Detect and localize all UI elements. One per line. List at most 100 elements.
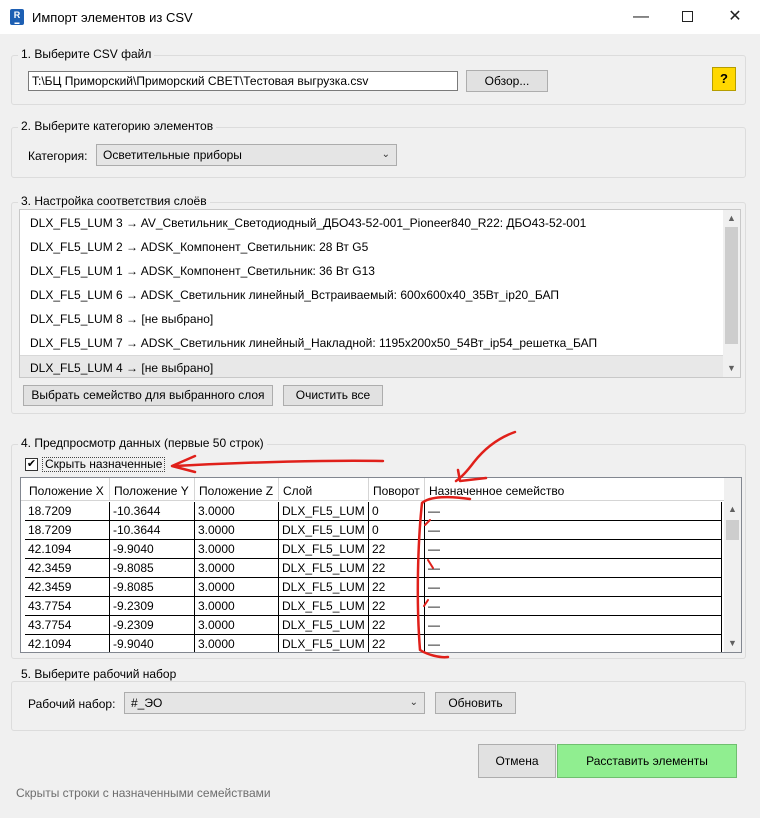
cell-layer: DLX_FL5_LUM 4 [279, 559, 369, 578]
grid-header: Положение X Положение Y Положение Z Слой… [21, 478, 726, 501]
cell-z: 3.0000 [195, 540, 279, 559]
cell-x: 42.3459 [25, 559, 110, 578]
cell-z: 3.0000 [195, 597, 279, 616]
layer-mapping-item[interactable]: DLX_FL5_LUM 8 → [не выбрано] [20, 307, 724, 331]
cell-z: 3.0000 [195, 635, 279, 652]
scroll-up-icon[interactable]: ▲ [724, 501, 741, 518]
layer-mapping-item[interactable]: DLX_FL5_LUM 2 → ADSK_Компонент_Светильни… [20, 235, 724, 259]
status-text: Скрыты строки с назначенными семействами [16, 786, 271, 800]
table-row[interactable]: 18.7209 -10.3644 3.0000 DLX_FL5_LUM 8 0 … [25, 521, 722, 540]
cell-y: -9.9040 [110, 540, 195, 559]
column-header[interactable]: Слой [279, 478, 369, 501]
cell-family: — [425, 616, 722, 635]
table-row[interactable]: 42.1094 -9.9040 3.0000 DLX_FL5_LUM 4 22 … [25, 635, 722, 652]
scrollbar-thumb[interactable] [725, 227, 738, 344]
category-dropdown[interactable]: Осветительные приборы ⌄ [96, 144, 397, 166]
cell-layer: DLX_FL5_LUM 4 [279, 597, 369, 616]
place-elements-button[interactable]: Расставить элементы [557, 744, 737, 778]
maximize-button[interactable] [664, 0, 710, 34]
refresh-button[interactable]: Обновить [435, 692, 516, 714]
cell-x: 42.1094 [25, 635, 110, 652]
cell-rotation: 22 [369, 540, 425, 559]
cell-y: -9.8085 [110, 578, 195, 597]
column-header[interactable]: Положение X [25, 478, 110, 501]
cell-x: 42.1094 [25, 540, 110, 559]
column-header[interactable]: Поворот [369, 478, 425, 501]
workset-value: #_ЭО [131, 696, 163, 710]
csv-file-group-title: 1. Выберите CSV файл [18, 47, 155, 61]
layer-mapping-item[interactable]: DLX_FL5_LUM 3 → AV_Светильник_Светодиодн… [20, 211, 724, 235]
cell-rotation: 22 [369, 635, 425, 652]
chevron-down-icon: ⌄ [409, 697, 418, 708]
cell-z: 3.0000 [195, 578, 279, 597]
layer-list-scrollbar[interactable]: ▲ ▼ [723, 210, 740, 377]
table-row[interactable]: 42.1094 -9.9040 3.0000 DLX_FL5_LUM 4 22 … [25, 540, 722, 559]
category-value: Осветительные приборы [103, 148, 242, 162]
table-row[interactable]: 42.3459 -9.8085 3.0000 DLX_FL5_LUM 4 22 … [25, 559, 722, 578]
table-row[interactable]: 43.7754 -9.2309 3.0000 DLX_FL5_LUM 4 22 … [25, 597, 722, 616]
csv-path-field[interactable]: T:\БЦ Приморский\Приморский СВЕТ\Тестова… [28, 71, 458, 91]
cell-layer: DLX_FL5_LUM 4 [279, 540, 369, 559]
cell-y: -10.3644 [110, 521, 195, 540]
cell-rotation: 22 [369, 578, 425, 597]
maximize-icon [681, 11, 693, 23]
grid-scrollbar[interactable]: ▲ ▼ [724, 478, 741, 652]
cell-y: -9.2309 [110, 597, 195, 616]
workset-label: Рабочий набор: [28, 697, 116, 711]
workset-group-title: 5. Выберите рабочий набор [18, 667, 180, 681]
cell-family: — [425, 578, 722, 597]
cell-rotation: 22 [369, 616, 425, 635]
cell-family: — [425, 635, 722, 652]
layer-mapping-item[interactable]: DLX_FL5_LUM 6 → ADSK_Светильник линейный… [20, 283, 724, 307]
cell-x: 42.3459 [25, 578, 110, 597]
title-bar: R ▬ Импорт элементов из CSV — ✕ [0, 0, 760, 34]
minimize-button[interactable]: — [618, 0, 664, 34]
workset-dropdown[interactable]: #_ЭО ⌄ [124, 692, 425, 714]
scrollbar-thumb[interactable] [726, 520, 739, 540]
cell-layer: DLX_FL5_LUM 8 [279, 502, 369, 521]
scroll-down-icon[interactable]: ▼ [724, 635, 741, 652]
category-label: Категория: [28, 149, 88, 163]
hide-assigned-label[interactable]: Скрыть назначенные [42, 457, 166, 472]
table-row[interactable]: 18.7209 -10.3644 3.0000 DLX_FL5_LUM 8 0 … [25, 502, 722, 521]
layer-mapping-item-selected[interactable]: DLX_FL5_LUM 4 → [не выбрано] [20, 355, 724, 377]
revit-app-icon: R ▬ [10, 9, 24, 26]
column-header[interactable]: Положение Z [195, 478, 279, 501]
cell-z: 3.0000 [195, 502, 279, 521]
select-family-button[interactable]: Выбрать семейство для выбранного слоя [23, 385, 273, 406]
cell-family: — [425, 540, 722, 559]
clear-all-button[interactable]: Очистить все [283, 385, 383, 406]
cell-layer: DLX_FL5_LUM 4 [279, 616, 369, 635]
cell-z: 3.0000 [195, 521, 279, 540]
column-header[interactable]: Положение Y [110, 478, 195, 501]
cell-rotation: 22 [369, 559, 425, 578]
cell-x: 18.7209 [25, 521, 110, 540]
scroll-up-icon[interactable]: ▲ [723, 210, 740, 227]
cell-rotation: 0 [369, 502, 425, 521]
cell-y: -9.2309 [110, 616, 195, 635]
preview-data-grid[interactable]: Положение X Положение Y Положение Z Слой… [20, 477, 742, 653]
cancel-button[interactable]: Отмена [478, 744, 556, 778]
layer-mapping-item[interactable]: DLX_FL5_LUM 7 → ADSK_Светильник линейный… [20, 331, 724, 355]
cell-x: 18.7209 [25, 502, 110, 521]
hide-assigned-checkbox[interactable]: ✔ [25, 458, 38, 471]
layer-mapping-list[interactable]: DLX_FL5_LUM 3 → AV_Светильник_Светодиодн… [19, 209, 741, 378]
column-header[interactable]: Назначенное семейство [425, 478, 722, 501]
cell-layer: DLX_FL5_LUM 4 [279, 578, 369, 597]
cell-x: 43.7754 [25, 616, 110, 635]
close-button[interactable]: ✕ [712, 0, 758, 34]
chevron-down-icon: ⌄ [381, 149, 390, 160]
table-row[interactable]: 43.7754 -9.2309 3.0000 DLX_FL5_LUM 4 22 … [25, 616, 722, 635]
cell-y: -10.3644 [110, 502, 195, 521]
cell-family: — [425, 521, 722, 540]
cell-z: 3.0000 [195, 616, 279, 635]
browse-button[interactable]: Обзор... [466, 70, 548, 92]
cell-rotation: 0 [369, 521, 425, 540]
cell-y: -9.9040 [110, 635, 195, 652]
cell-family: — [425, 559, 722, 578]
table-row[interactable]: 42.3459 -9.8085 3.0000 DLX_FL5_LUM 4 22 … [25, 578, 722, 597]
help-button[interactable]: ? [712, 67, 736, 91]
layer-mapping-item[interactable]: DLX_FL5_LUM 1 → ADSK_Компонент_Светильни… [20, 259, 724, 283]
scroll-down-icon[interactable]: ▼ [723, 360, 740, 377]
category-group-title: 2. Выберите категорию элементов [18, 119, 217, 133]
